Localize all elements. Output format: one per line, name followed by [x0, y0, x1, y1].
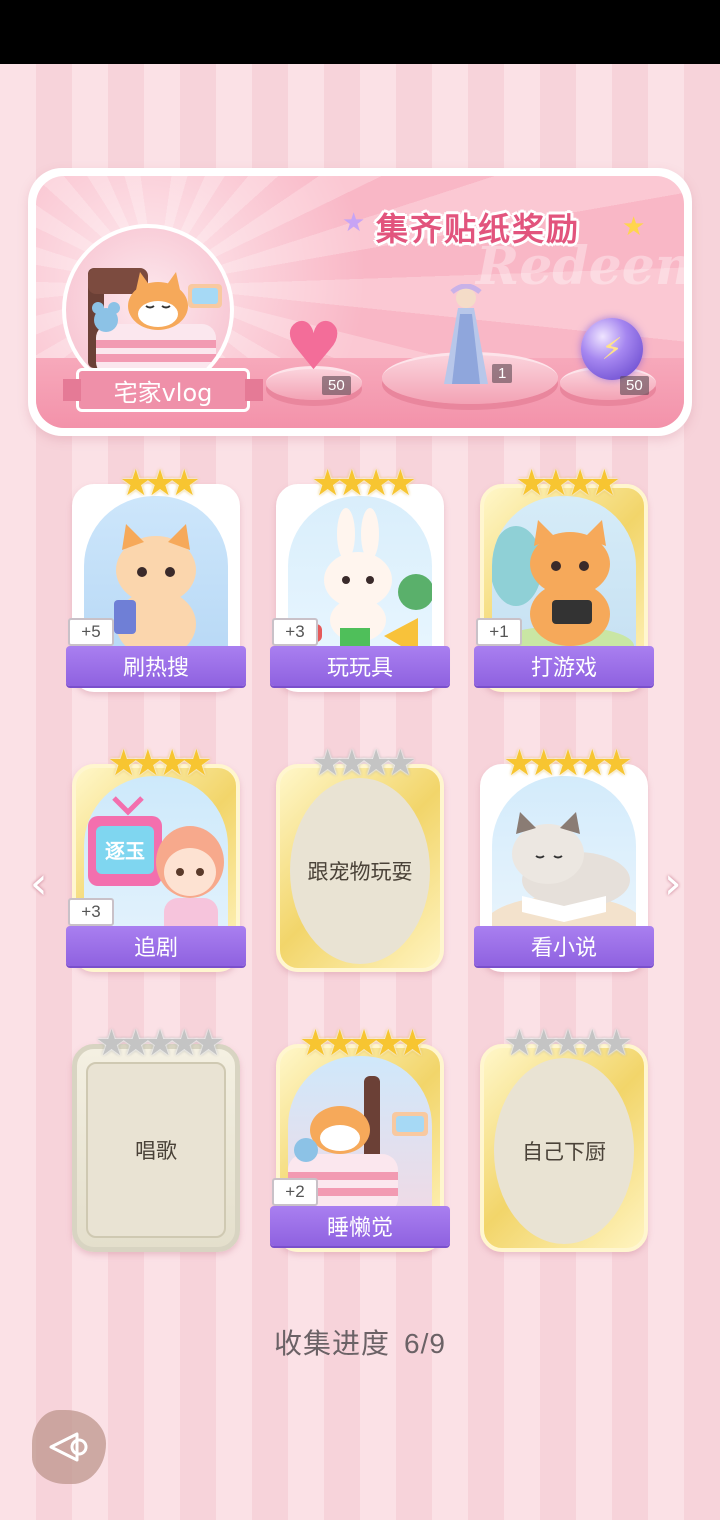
sticker-card-locked[interactable]: 跟宠物玩耍 ★★★★: [276, 743, 444, 972]
star-rating: ★★★★: [311, 463, 416, 504]
bonus-badge: +3: [68, 898, 114, 926]
album-name-plate: 宅家vlog: [63, 368, 263, 412]
locked-card-title: 唱歌: [135, 1139, 177, 1163]
star-rating: ★★★★★: [503, 743, 632, 784]
banner-title: 集齐贴纸奖励: [376, 210, 581, 248]
bonus-badge: +1: [476, 618, 522, 646]
locked-card-title: 自己下厨: [522, 1140, 606, 1164]
collection-progress: 收集进度 6/9: [0, 1322, 720, 1362]
next-page-arrow-icon[interactable]: ›: [664, 862, 682, 906]
card-label: 睡懒觉: [270, 1206, 450, 1246]
reward-count: 1: [492, 364, 513, 383]
star-rating: ★★★★★: [503, 1023, 632, 1064]
bonus-badge: +3: [272, 618, 318, 646]
star-rating: ★★★★★: [95, 1023, 224, 1064]
bonus-badge: +2: [272, 1178, 318, 1206]
sticker-card[interactable]: +3 玩玩具 ★★★★: [270, 463, 450, 692]
star-rating: ★★★★★: [299, 1023, 428, 1064]
costume-figure-icon[interactable]: [438, 283, 494, 386]
bonus-badge: +5: [68, 618, 114, 646]
card-label: 玩玩具: [270, 646, 450, 686]
locked-card-title: 跟宠物玩耍: [307, 860, 413, 884]
progress-label-text: 收集进度: [274, 1327, 391, 1360]
back-button[interactable]: [32, 1410, 106, 1484]
star-rating: ★★★★: [515, 463, 620, 504]
sticker-card[interactable]: +2 睡懒觉 ★★★★★: [270, 1023, 450, 1252]
reward-banner: Redeem ★ ★ 集齐贴纸奖励 宅: [28, 168, 692, 436]
card-label: 打游戏: [474, 646, 654, 686]
back-arrow-icon: [49, 1432, 88, 1462]
star-rating: ★★★: [119, 463, 201, 504]
progress-value: 6/9: [404, 1328, 446, 1359]
star-decoration-icon: ★: [622, 212, 646, 242]
reward-count: 50: [620, 376, 649, 395]
sticker-card-locked[interactable]: 唱歌 ★★★★★: [72, 1023, 240, 1252]
status-bar: [0, 0, 720, 64]
sticker-card-locked[interactable]: 自己下厨 ★★★★★: [480, 1023, 648, 1252]
star-rating: ★★★★: [107, 743, 212, 784]
card-label: 刷热搜: [66, 646, 246, 686]
locked-card-slot: 自己下厨: [494, 1058, 634, 1244]
cat-reading-illustration: [492, 776, 636, 944]
card-label: 看小说: [474, 926, 654, 966]
prev-page-arrow-icon[interactable]: ‹: [30, 862, 48, 906]
sticker-card[interactable]: 逐玉 +3 追剧 ★★★★: [66, 743, 246, 972]
reward-count: 50: [322, 376, 351, 395]
pink-heart-gem-icon[interactable]: ♥: [284, 314, 343, 380]
purple-lightning-orb-icon[interactable]: ⚡: [581, 318, 643, 380]
star-decoration-icon: ★: [342, 208, 366, 238]
sticker-card[interactable]: +5 刷热搜 ★★★: [66, 463, 246, 692]
sticker-card[interactable]: 看小说 ★★★★★: [474, 743, 654, 972]
star-rating: ★★★★: [311, 743, 416, 784]
locked-card-slot: 跟宠物玩耍: [290, 778, 430, 964]
locked-card-slot: 唱歌: [86, 1062, 226, 1238]
tv-screen-text: 逐玉: [105, 839, 145, 863]
card-label: 追剧: [66, 926, 246, 966]
sticker-card[interactable]: +1 打游戏 ★★★★: [474, 463, 654, 692]
